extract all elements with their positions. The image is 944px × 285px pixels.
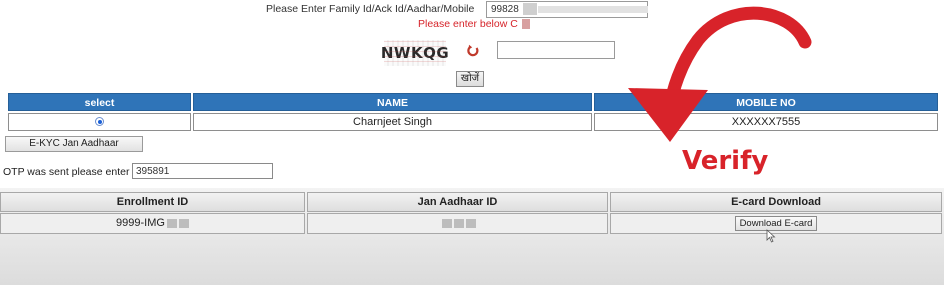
- curved-arrow-annotation: [628, 6, 812, 142]
- download-cell: Download E-card: [610, 213, 942, 234]
- download-ecard-button[interactable]: Download E-card: [734, 216, 818, 231]
- captcha-text: NWKQG: [380, 44, 450, 62]
- ekyc-button[interactable]: E-KYC Jan Aadhaar: [5, 136, 143, 152]
- name-cell: Charnjeet Singh: [193, 113, 592, 131]
- enrollment-id: 9999-IMG: [116, 217, 165, 229]
- column-header-ecard: E-card Download: [610, 192, 942, 212]
- table-row: 9999-IMG Download E-card: [0, 213, 944, 234]
- redacted-blur: [522, 19, 530, 29]
- column-header-enrollment: Enrollment ID: [0, 192, 305, 212]
- captcha-instruction: Please enter below C: [418, 18, 518, 30]
- captcha-image: NWKQG: [380, 40, 450, 66]
- verify-annotation: Verify: [682, 146, 769, 176]
- refresh-icon[interactable]: [466, 44, 480, 58]
- column-header-name: NAME: [193, 93, 592, 111]
- column-header-jan-aadhaar: Jan Aadhaar ID: [307, 192, 608, 212]
- redacted-blur: [441, 218, 452, 228]
- redacted-blur: [166, 218, 177, 228]
- select-cell: [8, 113, 191, 131]
- search-button[interactable]: खोजें: [456, 71, 484, 87]
- ecard-table-header: Enrollment ID Jan Aadhaar ID E-card Down…: [0, 192, 944, 212]
- member-radio[interactable]: [95, 117, 104, 126]
- enrollment-cell: 9999-IMG: [0, 213, 305, 234]
- family-id-label: Please Enter Family Id/Ack Id/Aadhar/Mob…: [266, 3, 475, 15]
- otp-input[interactable]: [132, 163, 273, 179]
- jan-aadhaar-cell: [307, 213, 608, 234]
- redacted-blur: [465, 218, 476, 228]
- otp-label: OTP was sent please enter: [3, 166, 130, 178]
- redacted-blur: [523, 3, 537, 15]
- redacted-blur: [453, 218, 464, 228]
- redacted-blur: [178, 218, 189, 228]
- mouse-cursor-icon: [766, 229, 776, 243]
- column-header-select: select: [8, 93, 191, 111]
- captcha-input[interactable]: [497, 41, 615, 59]
